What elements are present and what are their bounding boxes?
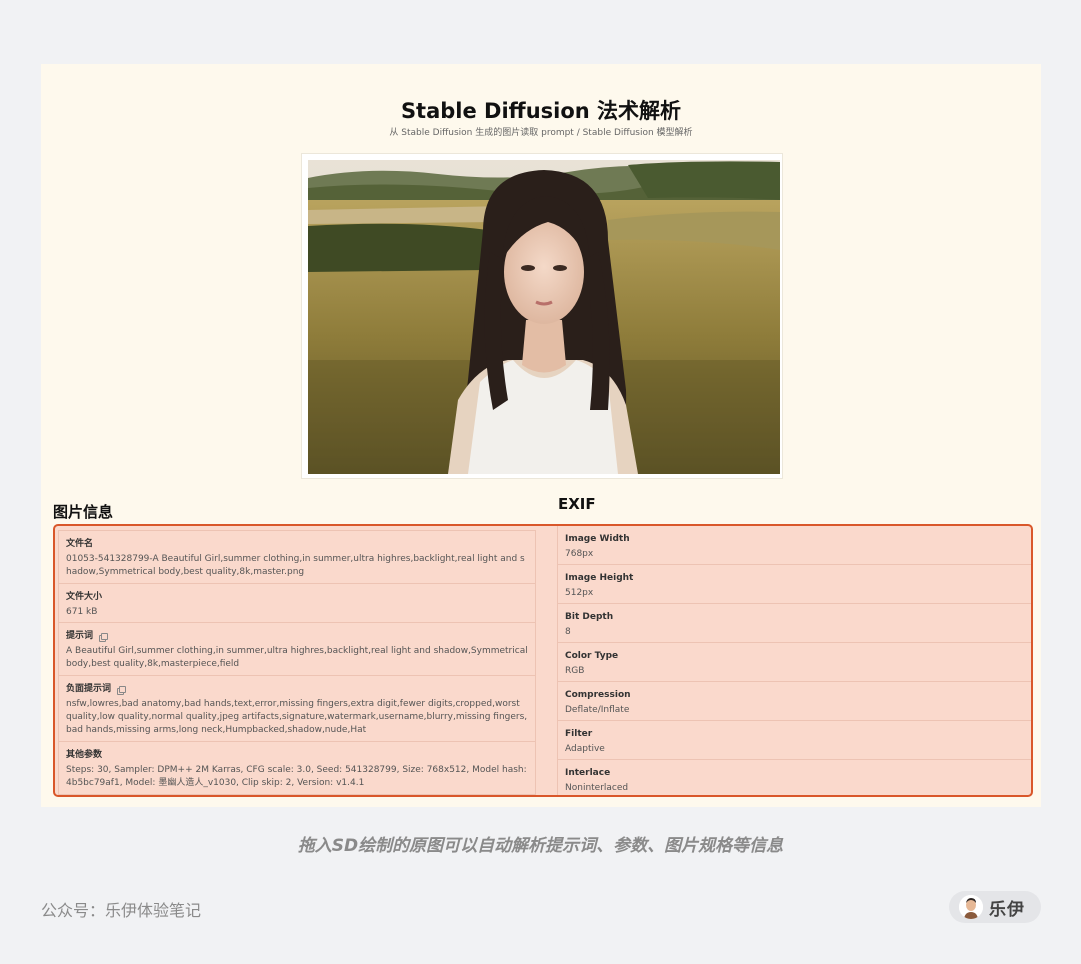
exif-row-height: Image Height 512px <box>558 565 1031 604</box>
info-row-filesize: 文件大小 671 kB <box>59 584 535 623</box>
info-row-other-params: 其他参数 Steps: 30, Sampler: DPM++ 2M Karras… <box>59 742 535 794</box>
row-label: Color Type <box>565 650 1024 663</box>
image-preview-frame[interactable] <box>301 153 783 479</box>
exif-row-interlace: Interlace Noninterlaced <box>558 760 1031 797</box>
image-info-title: 图片信息 <box>53 501 113 522</box>
row-label: Compression <box>565 689 1024 702</box>
row-value[interactable]: 01053-541328799-A Beautiful Girl,summer … <box>66 553 528 579</box>
metadata-box: 文件名 01053-541328799-A Beautiful Girl,sum… <box>53 524 1033 797</box>
row-value[interactable]: 671 kB <box>66 606 528 619</box>
author-name: 乐伊 <box>989 895 1025 920</box>
row-value[interactable]: A Beautiful Girl,summer clothing,in summ… <box>66 645 528 671</box>
author-badge: 乐伊 <box>949 891 1041 923</box>
row-value[interactable]: nsfw,lowres,bad anatomy,bad hands,text,e… <box>66 698 528 737</box>
info-row-negative-prompt: 负面提示词 nsfw,lowres,bad anatomy,bad hands,… <box>59 676 535 742</box>
row-label: Image Width <box>565 533 1024 546</box>
info-row-filename: 文件名 01053-541328799-A Beautiful Girl,sum… <box>59 531 535 584</box>
exif-row-compression: Compression Deflate/Inflate <box>558 682 1031 721</box>
account-label: 公众号：乐伊体验笔记 <box>41 897 201 921</box>
exif-row-filter: Filter Adaptive <box>558 721 1031 760</box>
row-label: 文件名 <box>66 538 528 551</box>
exif-row-color-type: Color Type RGB <box>558 643 1031 682</box>
row-label: Image Height <box>565 572 1024 585</box>
row-value: 512px <box>565 587 1024 600</box>
copy-prompt-icon[interactable] <box>99 633 107 641</box>
row-label: 文件大小 <box>66 591 528 604</box>
avatar <box>959 895 983 919</box>
row-label: Bit Depth <box>565 611 1024 624</box>
row-label: 提示词 <box>66 630 93 643</box>
info-row-prompt: 提示词 A Beautiful Girl,summer clothing,in … <box>59 623 535 676</box>
row-label: 负面提示词 <box>66 683 111 696</box>
row-value: Deflate/Inflate <box>565 704 1024 717</box>
row-value: 8 <box>565 626 1024 639</box>
row-label: 其他参数 <box>66 749 528 762</box>
exif-row-width: Image Width 768px <box>558 526 1031 565</box>
page-subtitle: 从 Stable Diffusion 生成的图片读取 prompt / Stab… <box>41 125 1041 138</box>
exif-table: Image Width 768px Image Height 512px Bit… <box>557 526 1031 797</box>
row-label: Interlace <box>565 767 1024 780</box>
exif-row-bit-depth: Bit Depth 8 <box>558 604 1031 643</box>
row-value: RGB <box>565 665 1024 678</box>
main-panel: Stable Diffusion 法术解析 从 Stable Diffusion… <box>41 64 1041 807</box>
copy-negative-prompt-icon[interactable] <box>117 686 125 694</box>
page-title: Stable Diffusion 法术解析 <box>41 95 1041 125</box>
generated-image <box>308 160 780 474</box>
row-value[interactable]: Steps: 30, Sampler: DPM++ 2M Karras, CFG… <box>66 764 528 790</box>
image-info-table: 文件名 01053-541328799-A Beautiful Girl,sum… <box>58 530 536 795</box>
caption-text: 拖入SD绘制的原图可以自动解析提示词、参数、图片规格等信息 <box>0 831 1081 856</box>
exif-title: EXIF <box>558 495 596 513</box>
row-label: Filter <box>565 728 1024 741</box>
row-value: 768px <box>565 548 1024 561</box>
row-value: Noninterlaced <box>565 782 1024 795</box>
row-value: Adaptive <box>565 743 1024 756</box>
